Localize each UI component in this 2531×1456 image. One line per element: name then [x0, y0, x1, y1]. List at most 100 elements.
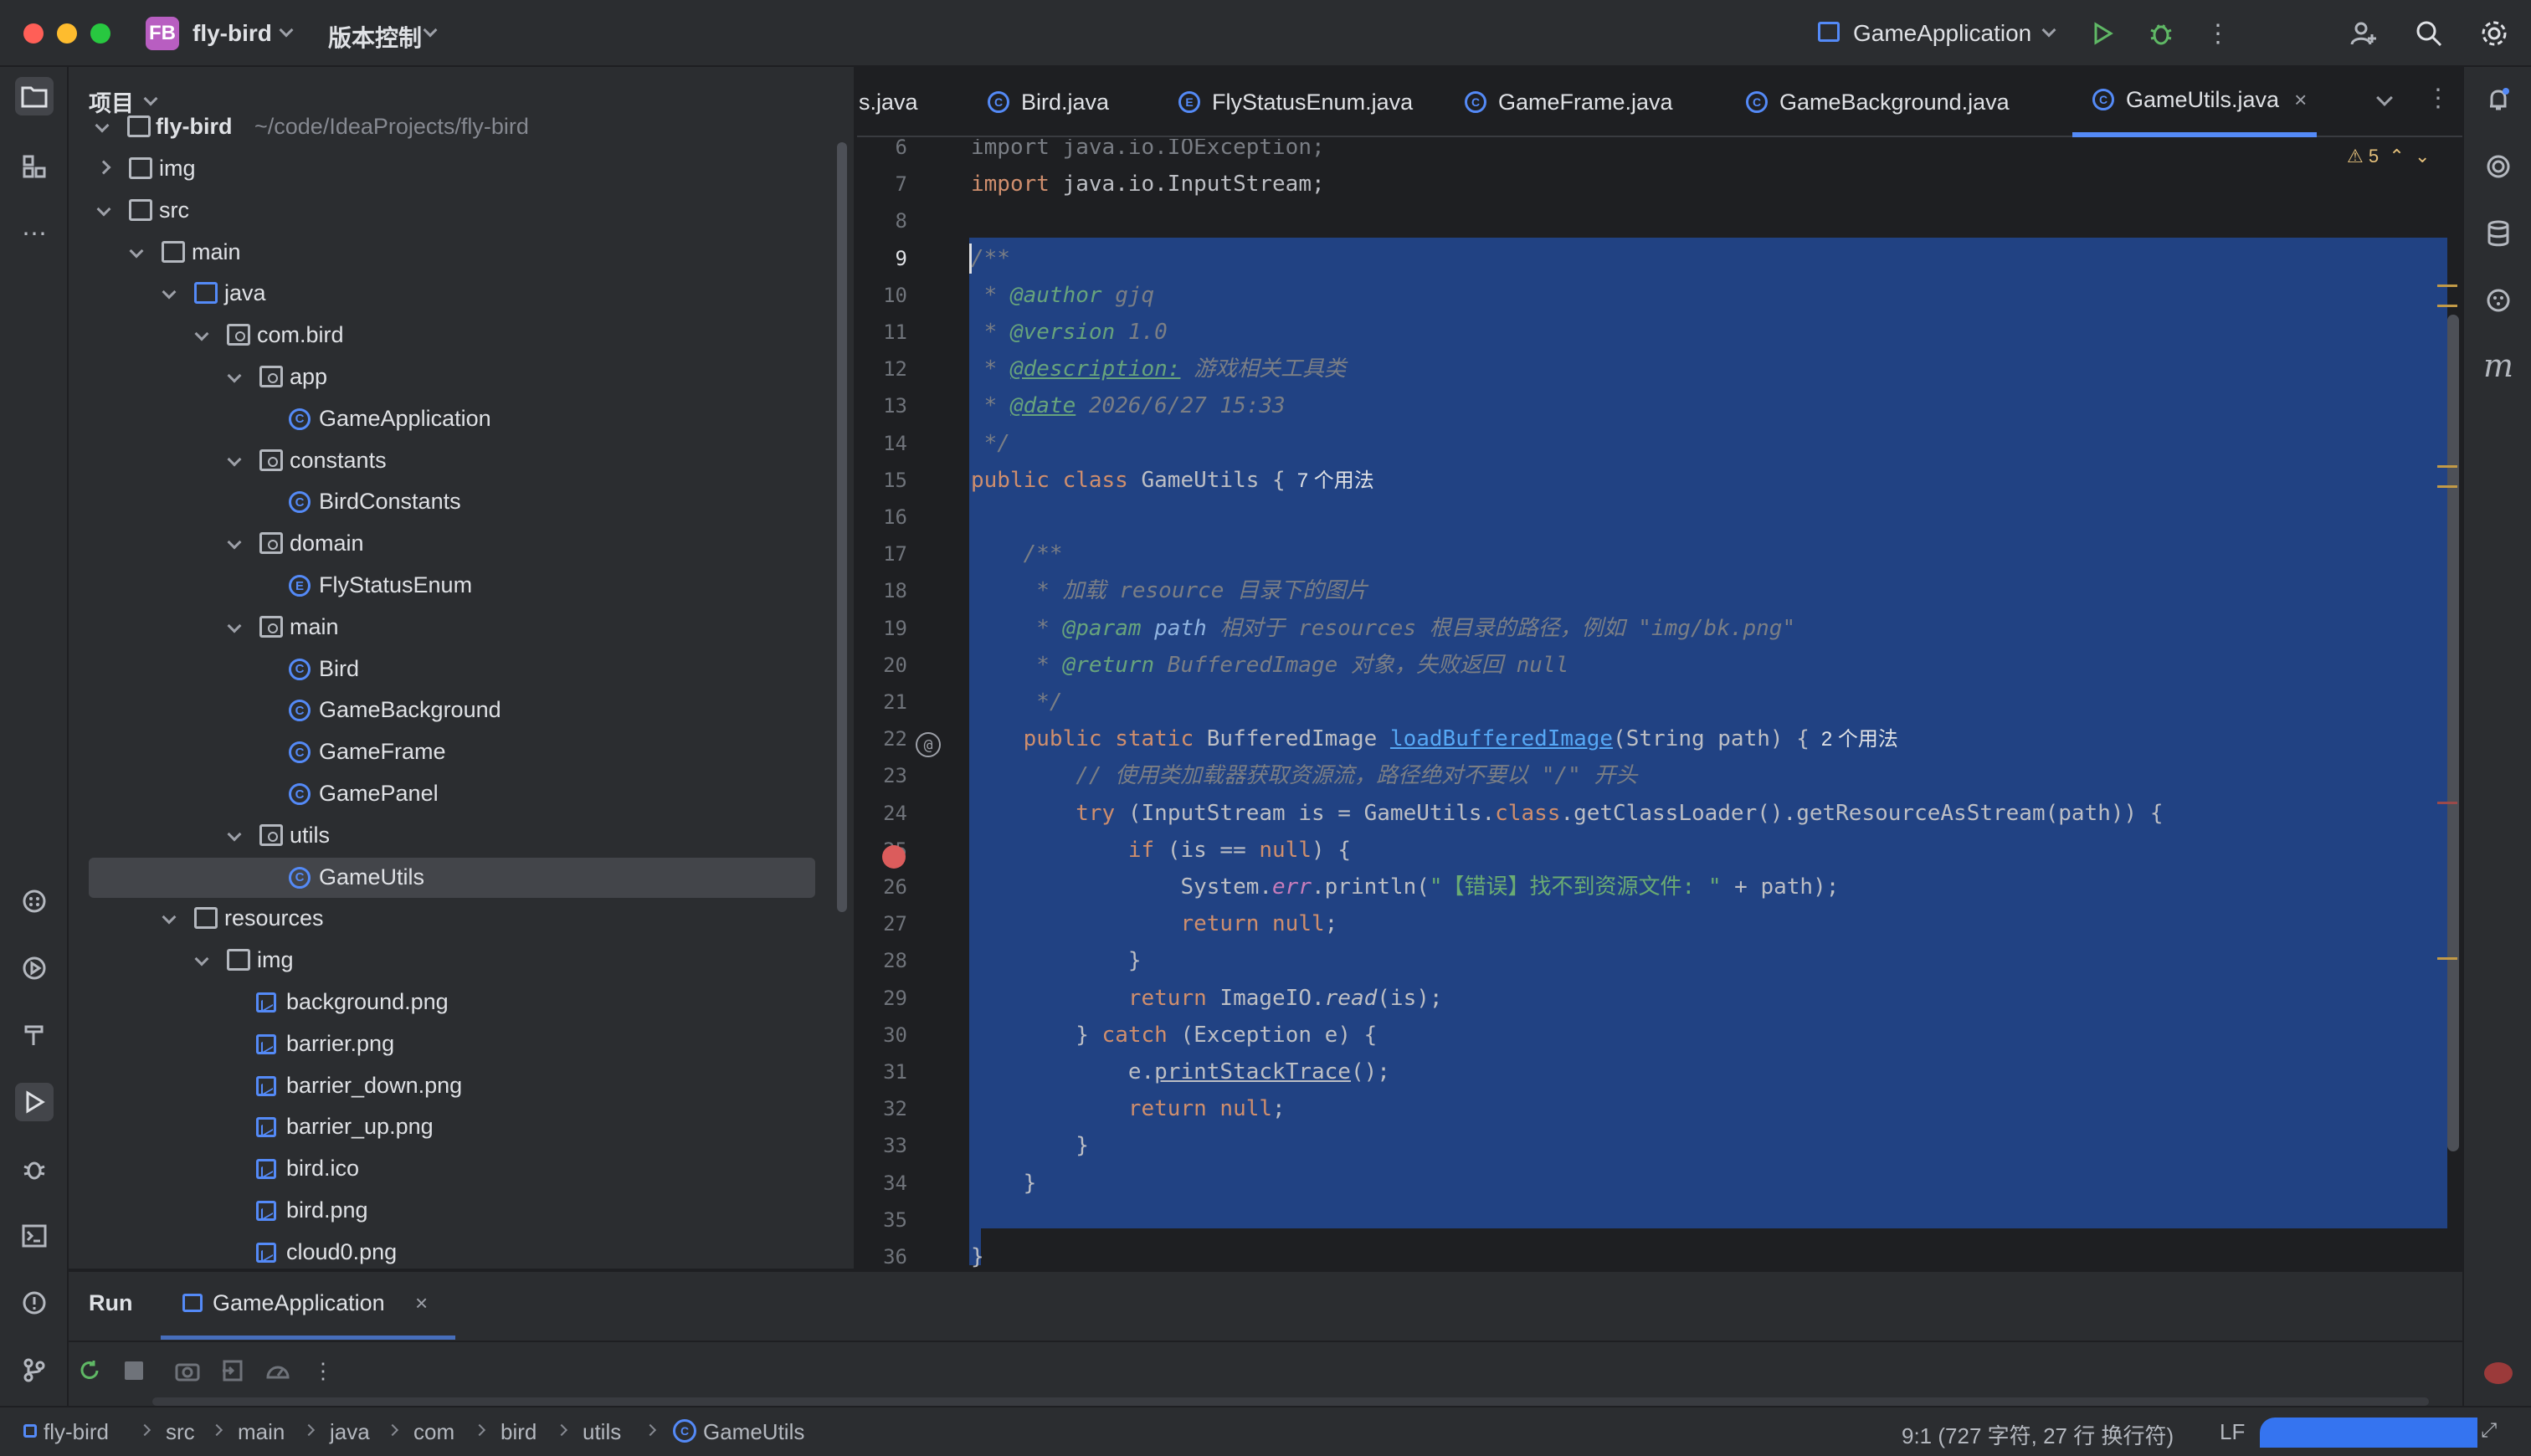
- more-actions-icon[interactable]: ⋮: [2200, 15, 2236, 52]
- plugins-dots-icon[interactable]: [2479, 281, 2518, 320]
- notification-popup-edge[interactable]: [2260, 1418, 2477, 1448]
- tree-item-src[interactable]: src: [69, 191, 847, 231]
- warning-marker[interactable]: [2437, 285, 2457, 287]
- tree-item-cloud0-png[interactable]: cloud0.png: [69, 1233, 847, 1273]
- line-number[interactable]: 21: [857, 690, 907, 714]
- tree-item-gameframe[interactable]: C GameFrame: [69, 732, 847, 772]
- tab-s-java[interactable]: s.java: [859, 67, 918, 137]
- tree-item-domain[interactable]: domain: [69, 524, 847, 564]
- tab-gameutils-java[interactable]: C GameUtils.java ×: [2072, 67, 2318, 137]
- code-line[interactable]: // 使用类加载器获取资源流，路径绝对不要以 "/" 开头: [971, 757, 1637, 794]
- breadcrumb-item[interactable]: GameUtils: [703, 1419, 804, 1445]
- editor-scrollbar[interactable]: [2447, 315, 2459, 1151]
- code-line[interactable]: * @version 1.0: [971, 314, 1168, 351]
- code-line[interactable]: }: [971, 1165, 1037, 1202]
- profiler-gauge-icon[interactable]: [263, 1356, 293, 1386]
- breadcrumb-item[interactable]: src: [166, 1419, 195, 1445]
- vcs-menu[interactable]: 版本控制: [328, 20, 422, 54]
- chevron-down-icon[interactable]: [227, 618, 242, 633]
- line-number[interactable]: 28: [857, 949, 907, 972]
- problems-icon[interactable]: [15, 1284, 54, 1322]
- line-number[interactable]: 23: [857, 764, 907, 787]
- line-number[interactable]: 20: [857, 654, 907, 677]
- tree-item-img[interactable]: img: [69, 941, 847, 981]
- chevron-down-icon[interactable]: [162, 285, 177, 300]
- tree-item-constants[interactable]: constants: [69, 441, 847, 481]
- code-line[interactable]: * 加载 resource 目录下的图片: [971, 572, 1368, 609]
- breadcrumb-item[interactable]: java: [330, 1419, 370, 1445]
- ai-assistant-icon[interactable]: [2479, 147, 2518, 186]
- git-branch-icon[interactable]: [15, 1351, 54, 1389]
- chevron-down-icon[interactable]: [227, 452, 242, 467]
- line-number[interactable]: 12: [857, 357, 907, 381]
- line-number[interactable]: 22: [857, 727, 907, 751]
- line-number[interactable]: 8: [857, 209, 907, 233]
- build-hammer-icon[interactable]: [15, 1016, 54, 1054]
- tree-item-img[interactable]: img: [69, 149, 847, 189]
- tab-close-icon[interactable]: ×: [2294, 87, 2307, 113]
- code-line[interactable]: }: [971, 1127, 1089, 1164]
- window-close-button[interactable]: [23, 23, 44, 44]
- code-line[interactable]: System.err.println("【错误】找不到资源文件: " + pat…: [971, 869, 1839, 905]
- notifications-bell-icon[interactable]: [2479, 80, 2518, 119]
- warning-marker[interactable]: [2437, 465, 2457, 468]
- line-number[interactable]: 27: [857, 912, 907, 936]
- expand-icon[interactable]: ⤢: [2481, 1419, 2497, 1443]
- run-panel-title[interactable]: Run: [89, 1290, 132, 1316]
- line-number[interactable]: 10: [857, 284, 907, 307]
- breadcrumb-item[interactable]: fly-bird: [44, 1419, 109, 1445]
- tabs-more-icon[interactable]: ⋮: [2426, 84, 2451, 113]
- line-number[interactable]: 31: [857, 1060, 907, 1084]
- code-line[interactable]: /**: [971, 240, 1010, 277]
- debug-icon[interactable]: [2143, 15, 2179, 52]
- code-line[interactable]: try (InputStream is = GameUtils.class.ge…: [971, 795, 2163, 832]
- breadcrumb-item[interactable]: bird: [501, 1419, 536, 1445]
- project-tool-folder-icon[interactable]: [15, 77, 54, 115]
- tree-item-gamebackground[interactable]: C GameBackground: [69, 690, 847, 731]
- line-number[interactable]: 13: [857, 394, 907, 418]
- breakpoint-icon[interactable]: [882, 844, 906, 869]
- terminal-icon[interactable]: [15, 1217, 54, 1255]
- tree-item-main[interactable]: main: [69, 233, 847, 273]
- settings-gear-icon[interactable]: [2476, 15, 2513, 52]
- code-line[interactable]: * @return BufferedImage 对象，失败返回 null: [971, 647, 1568, 684]
- code-editor[interactable]: 6789101112131415161718192021222324252627…: [857, 139, 2462, 1269]
- tree-item-bird[interactable]: C Bird: [69, 649, 847, 690]
- chevron-down-icon[interactable]: [162, 910, 177, 925]
- tree-item-gameutils[interactable]: C GameUtils: [89, 857, 815, 898]
- code-line[interactable]: }: [971, 942, 1142, 979]
- maven-m-icon[interactable]: m: [2479, 346, 2518, 385]
- chevron-down-icon[interactable]: [194, 951, 209, 966]
- line-number[interactable]: 35: [857, 1208, 907, 1232]
- chevron-down-icon[interactable]: [227, 535, 242, 550]
- chevron-down-icon[interactable]: [96, 202, 111, 217]
- rerun-icon[interactable]: [75, 1356, 105, 1386]
- project-selector[interactable]: fly-bird: [193, 20, 272, 47]
- line-number[interactable]: 19: [857, 617, 907, 640]
- annotation-at-icon[interactable]: @: [916, 732, 941, 758]
- window-minimize-button[interactable]: [57, 23, 77, 44]
- code-line[interactable]: public class GameUtils {7 个用法: [971, 462, 1374, 499]
- tree-item-birdconstants[interactable]: C BirdConstants: [69, 482, 847, 522]
- more-tools-icon[interactable]: ⋯: [15, 214, 54, 253]
- tab-gameframe-java[interactable]: C GameFrame.java: [1465, 67, 1673, 137]
- code-line[interactable]: if (is == null) {: [971, 832, 1351, 869]
- error-marker[interactable]: [2437, 802, 2457, 804]
- tab-flystatusenum-java[interactable]: E FlyStatusEnum.java: [1178, 67, 1413, 137]
- database-icon[interactable]: [2479, 214, 2518, 253]
- code-line[interactable]: * @date 2026/6/27 15:33: [971, 387, 1286, 424]
- code-line[interactable]: import java.io.InputStream;: [971, 166, 1325, 203]
- avatar-icon[interactable]: [2479, 1354, 2518, 1392]
- code-line[interactable]: */: [971, 684, 1062, 720]
- tree-item-gameapplication[interactable]: C GameApplication: [69, 399, 847, 439]
- tab-gamebackground-java[interactable]: C GameBackground.java: [1746, 67, 2010, 137]
- line-number[interactable]: 36: [857, 1245, 907, 1269]
- code-line[interactable]: */: [971, 425, 1010, 462]
- run-tab-close-icon[interactable]: ×: [415, 1290, 428, 1316]
- tree-item-gamepanel[interactable]: C GamePanel: [69, 774, 847, 814]
- breadcrumb-item[interactable]: utils: [583, 1419, 621, 1445]
- tree-item-barrier-png[interactable]: barrier.png: [69, 1024, 847, 1064]
- tab-bird-java[interactable]: C Bird.java: [988, 67, 1109, 137]
- stop-icon[interactable]: [119, 1356, 149, 1386]
- tree-item-barrier-down-png[interactable]: barrier_down.png: [69, 1066, 847, 1106]
